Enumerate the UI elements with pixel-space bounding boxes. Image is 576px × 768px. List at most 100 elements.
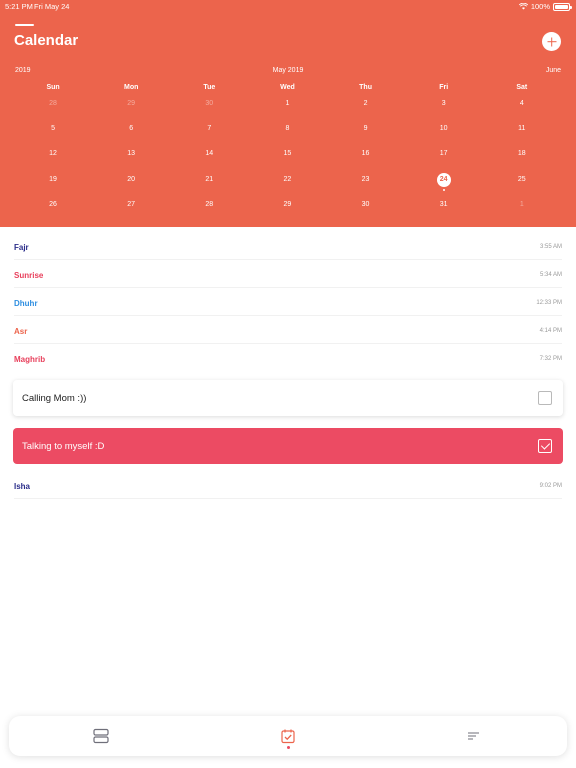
calendar-day[interactable]: 29 (92, 97, 170, 122)
calendar-day[interactable]: 21 (170, 173, 248, 198)
day-number: 28 (205, 200, 214, 208)
calendar-day[interactable]: 29 (248, 198, 326, 223)
day-number: 3 (441, 100, 446, 107)
calendar-day[interactable]: 5 (14, 122, 92, 147)
week-row: 26 27 28 29 30 31 1 (14, 198, 561, 223)
prayer-time: 12:33 PM (536, 300, 562, 306)
day-number: 30 (205, 100, 214, 107)
day-number: 21 (205, 175, 214, 183)
week-row: 28 29 30 1 2 3 4 (14, 97, 561, 122)
prayer-row-fajr[interactable]: Fajr 3:55 AM (14, 232, 562, 260)
calendar-day[interactable]: 9 (327, 122, 405, 147)
day-number: 12 (49, 150, 57, 158)
day-number: 27 (127, 200, 136, 208)
day-number: 25 (517, 175, 526, 183)
tab-stack[interactable] (81, 716, 121, 756)
calendar-day[interactable]: 8 (248, 122, 326, 147)
day-number: 1 (519, 200, 524, 208)
calendar-day[interactable]: 26 (14, 198, 92, 223)
calendar-day[interactable]: 28 (14, 97, 92, 122)
prayer-name: Asr (14, 327, 28, 336)
calendar-day[interactable]: 12 (14, 147, 92, 172)
calendar-day[interactable]: 23 (327, 173, 405, 198)
calendar-day[interactable]: 30 (327, 198, 405, 223)
battery-percent: 100% (530, 2, 550, 11)
calendar-day[interactable]: 28 (170, 198, 248, 223)
day-number: 20 (127, 175, 136, 183)
calendar-check-icon (281, 729, 295, 744)
calendar-day[interactable]: 27 (92, 198, 170, 223)
calendar-day[interactable]: 25 (483, 173, 561, 198)
prayer-row-sunrise[interactable]: Sunrise 5:34 AM (14, 260, 562, 288)
calendar-day[interactable]: 3 (405, 97, 483, 122)
prayer-time: 4:14 PM (539, 328, 562, 334)
tab-bar (9, 716, 567, 756)
calendar-day[interactable]: 22 (248, 173, 326, 198)
task-label: Talking to myself :D (22, 441, 105, 452)
day-number: 1 (285, 100, 290, 107)
page-title: Calendar (14, 32, 79, 49)
calendar-day[interactable]: 10 (405, 122, 483, 147)
calendar-day[interactable]: 20 (92, 173, 170, 198)
prayer-row-asr[interactable]: Asr 4:14 PM (14, 316, 562, 344)
week-row: 19 20 21 22 23 24 25 (14, 172, 561, 198)
tab-calendar[interactable] (268, 716, 308, 756)
menu-lines-icon (468, 732, 479, 740)
weekday-row: Sun Mon Tue Wed Thu Fri Sat (14, 84, 561, 97)
calendar-day-today[interactable]: 24 (405, 172, 483, 198)
calendar-day[interactable]: 7 (170, 122, 248, 147)
day-number: 9 (363, 125, 368, 133)
prayer-time: 3:55 AM (539, 244, 562, 250)
day-number: 29 (127, 100, 136, 107)
current-month-label: May 2019 (272, 67, 304, 74)
calendar-day[interactable]: 11 (483, 122, 561, 147)
calendar-day[interactable]: 18 (483, 147, 561, 172)
day-number: 18 (517, 150, 526, 158)
next-month-button[interactable]: June (546, 67, 561, 74)
weekday-label: Thu (359, 84, 372, 91)
menu-icon[interactable] (15, 24, 34, 26)
calendar-day[interactable]: 4 (483, 97, 561, 122)
task-checkbox[interactable] (538, 391, 552, 405)
calendar-day[interactable]: 13 (92, 147, 170, 172)
calendar-day[interactable]: 15 (248, 147, 326, 172)
calendar-day[interactable]: 14 (170, 147, 248, 172)
calendar-day[interactable]: 30 (170, 97, 248, 122)
calendar-day[interactable]: 19 (14, 173, 92, 198)
calendar-header: 5:21 PM Fri May 24 100% Calendar 2019 Ma… (0, 0, 576, 227)
status-time: 5:21 PM (5, 2, 33, 11)
week-row: 5 6 7 8 9 10 11 (14, 122, 561, 147)
prayer-list: Fajr 3:55 AM Sunrise 5:34 AM Dhuhr 12:33… (0, 232, 576, 372)
weekday-label: Mon (123, 84, 139, 91)
day-number: 15 (283, 150, 292, 158)
day-number: 26 (49, 200, 57, 208)
prayer-name: Isha (14, 482, 31, 491)
day-number: 4 (519, 100, 524, 107)
prev-period-button[interactable]: 2019 (15, 67, 31, 74)
tab-menu[interactable] (454, 716, 494, 756)
prayer-name: Dhuhr (14, 299, 38, 308)
add-event-button[interactable] (542, 32, 561, 51)
weekday-label: Wed (280, 84, 295, 91)
task-checkbox-checked[interactable] (538, 439, 552, 453)
calendar-day[interactable]: 2 (327, 97, 405, 122)
task-card-completed[interactable]: Talking to myself :D (13, 428, 563, 464)
calendar-day[interactable]: 1 (248, 97, 326, 122)
prayer-row-isha[interactable]: Isha 9:02 PM (14, 471, 562, 499)
calendar-day[interactable]: 31 (405, 198, 483, 223)
calendar-day[interactable]: 6 (92, 122, 170, 147)
day-number: 29 (283, 200, 292, 208)
day-number: 7 (207, 125, 212, 133)
day-number: 2 (363, 100, 368, 107)
prayer-row-dhuhr[interactable]: Dhuhr 12:33 PM (14, 288, 562, 316)
week-row: 12 13 14 15 16 17 18 (14, 147, 561, 172)
weekday-label: Sat (516, 84, 528, 91)
calendar-day[interactable]: 1 (483, 198, 561, 223)
day-number: 22 (283, 175, 292, 183)
task-card[interactable]: Calling Mom :)) (13, 380, 563, 416)
prayer-row-maghrib[interactable]: Maghrib 7:32 PM (14, 344, 562, 372)
calendar-day[interactable]: 17 (405, 147, 483, 172)
day-number: 11 (518, 125, 526, 133)
day-number: 10 (439, 125, 448, 133)
calendar-day[interactable]: 16 (327, 147, 405, 172)
